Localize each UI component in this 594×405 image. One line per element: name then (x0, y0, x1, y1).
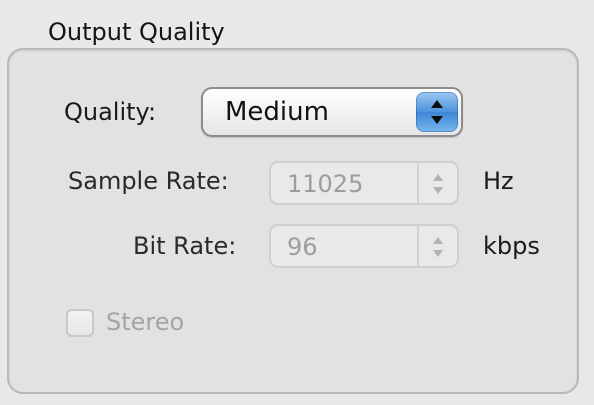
sample-rate-label: Sample Rate: (68, 167, 229, 195)
stereo-checkbox[interactable] (66, 309, 94, 337)
bit-rate-combo[interactable]: 96 (269, 224, 459, 268)
combo-divider (417, 226, 419, 266)
bit-rate-unit: kbps (483, 232, 540, 260)
stepper-arrows-icon[interactable] (425, 231, 451, 263)
stereo-label: Stereo (106, 308, 185, 336)
combo-divider (417, 163, 419, 203)
bit-rate-label: Bit Rate: (133, 232, 237, 260)
updown-arrows-icon (416, 92, 458, 132)
quality-label: Quality: (64, 98, 157, 126)
bit-rate-value: 96 (287, 233, 318, 261)
sample-rate-unit: Hz (483, 167, 514, 195)
sample-rate-combo[interactable]: 11025 (269, 161, 459, 205)
sample-rate-value: 11025 (287, 170, 364, 198)
quality-popup[interactable]: Medium (201, 87, 463, 137)
group-title: Output Quality (48, 18, 225, 46)
quality-value: Medium (225, 97, 329, 127)
stepper-arrows-icon[interactable] (425, 168, 451, 200)
